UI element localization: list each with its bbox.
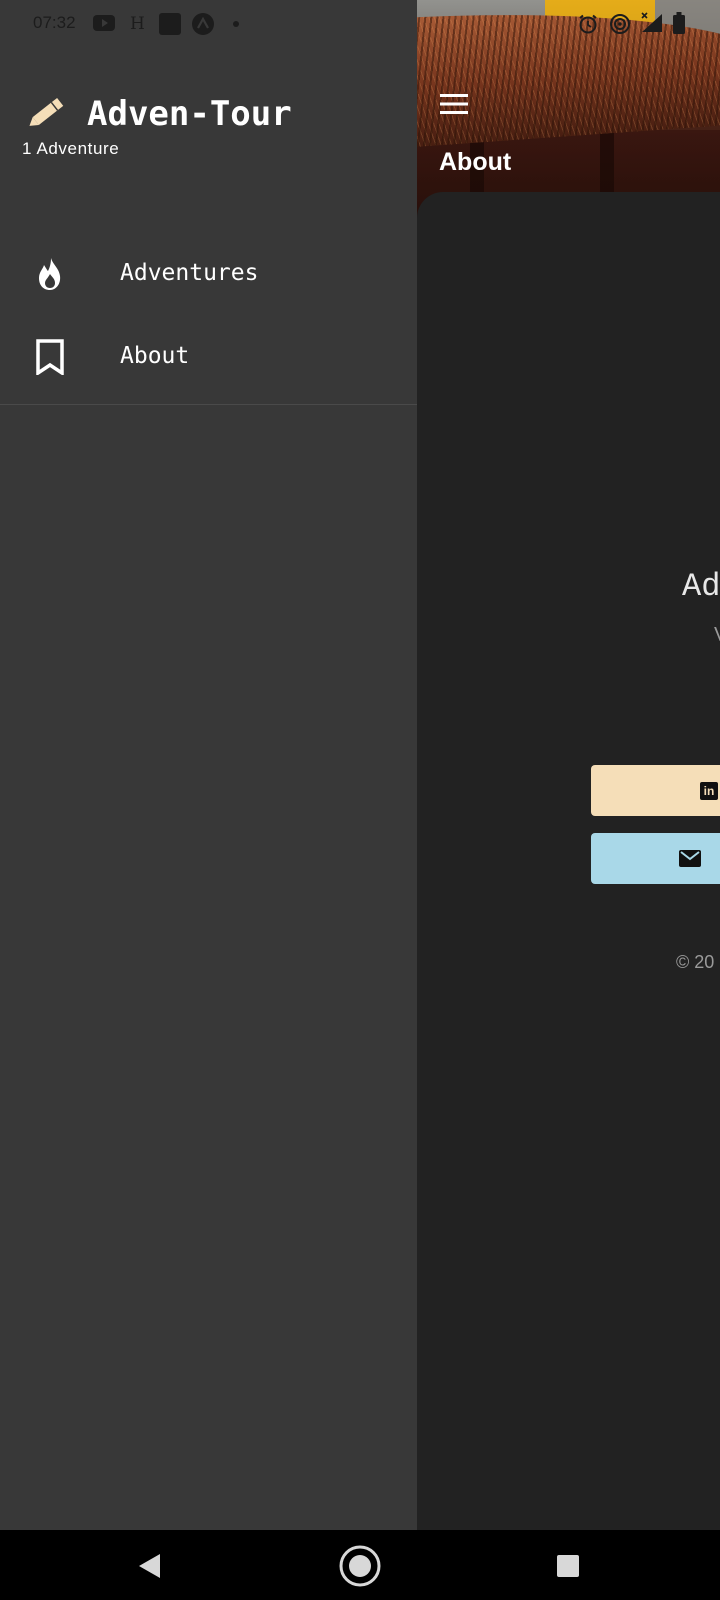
youtube-icon — [93, 15, 115, 31]
nav-item-adventures[interactable]: Adventures — [0, 234, 417, 314]
page-title: About — [439, 148, 512, 176]
dot-icon — [233, 21, 239, 27]
pencil-icon — [29, 97, 64, 126]
drawer-subtitle: 1 Adventure — [22, 139, 120, 158]
hamburger-menu-icon — [440, 94, 468, 114]
battery-icon — [673, 12, 685, 34]
flame-icon — [39, 258, 61, 290]
caret-circle-icon — [192, 13, 214, 35]
nav-item-label: Adventures — [120, 260, 259, 286]
version-text: V — [714, 624, 720, 647]
status-time: 07:32 — [33, 13, 76, 32]
email-button[interactable] — [591, 833, 720, 884]
drawer-title: Adven-Tour — [87, 94, 292, 134]
app-name-text: Ad — [682, 568, 720, 605]
status-bar: 07:32 H — [0, 0, 720, 48]
bookmark-icon — [36, 339, 64, 375]
email-icon — [679, 850, 701, 867]
back-icon[interactable] — [138, 1553, 162, 1579]
square-app-icon — [159, 13, 181, 35]
linkedin-icon: in — [700, 782, 718, 800]
hotspot-icon — [610, 14, 630, 34]
navigation-drawer: Adven-Tour 1 Adventure Adventures About — [0, 0, 417, 1530]
recents-icon[interactable] — [557, 1555, 579, 1577]
screen: About Ad V in © 20 Adven-Tour 1 Adventur… — [0, 0, 720, 1600]
divider — [0, 404, 417, 405]
home-icon[interactable] — [338, 1544, 382, 1588]
signal-icon — [641, 12, 662, 32]
system-navigation-bar — [0, 1530, 720, 1600]
nav-item-about[interactable]: About — [0, 317, 417, 397]
menu-button[interactable] — [430, 80, 478, 128]
copyright-text: © 20 — [676, 952, 715, 972]
nav-item-label: About — [120, 343, 190, 369]
h-icon: H — [130, 14, 145, 34]
linkedin-button[interactable]: in — [591, 765, 720, 816]
alarm-icon — [579, 14, 597, 34]
